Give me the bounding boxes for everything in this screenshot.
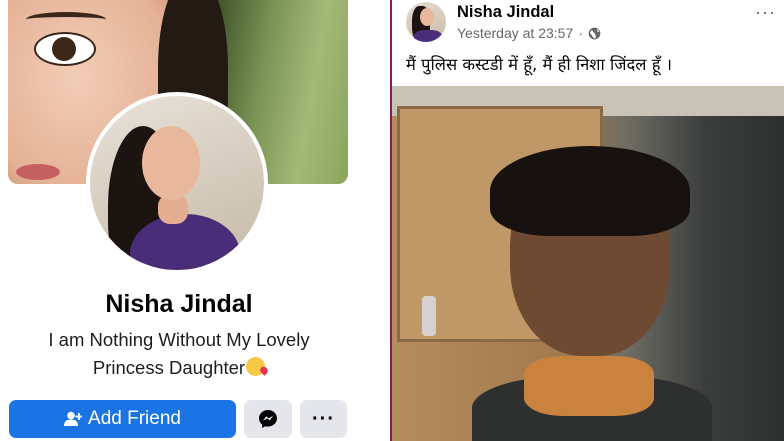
- profile-bio: I am Nothing Without My Lovely Princess …: [20, 326, 338, 382]
- post-caption: मैं पुलिस कस्टडी में हूँ, मैं ही निशा जि…: [406, 55, 672, 74]
- bio-line-2-text: Princess Daughter: [92, 357, 246, 378]
- kissing-face-emoji-icon: [246, 357, 266, 376]
- message-button[interactable]: [244, 400, 292, 438]
- bio-line-1: I am Nothing Without My Lovely: [48, 329, 310, 350]
- more-options-label: ···: [312, 407, 335, 430]
- messenger-icon: [259, 410, 277, 428]
- add-friend-label: Add Friend: [88, 408, 181, 429]
- globe-icon: [588, 27, 601, 39]
- post-photo[interactable]: [392, 86, 784, 441]
- meta-separator: ·: [578, 25, 583, 41]
- post-timestamp[interactable]: Yesterday at 23:57: [457, 25, 573, 41]
- profile-name: Nisha Jindal: [105, 290, 253, 318]
- bio-line-2: Princess Daughter: [20, 354, 338, 382]
- more-options-button[interactable]: ···: [300, 400, 347, 438]
- post-meta: Yesterday at 23:57 ·: [457, 25, 601, 41]
- add-friend-button[interactable]: Add Friend: [9, 400, 236, 438]
- profile-panel: Nisha Jindal I am Nothing Without My Lov…: [0, 0, 358, 441]
- post-author-avatar[interactable]: [406, 2, 446, 42]
- post-author-name[interactable]: Nisha Jindal: [457, 3, 554, 22]
- profile-avatar[interactable]: [86, 92, 268, 274]
- post-panel: Nisha Jindal Yesterday at 23:57 · ··· मै…: [392, 0, 784, 441]
- post-more-options-icon[interactable]: ···: [755, 2, 776, 23]
- person-plus-icon: [64, 411, 83, 426]
